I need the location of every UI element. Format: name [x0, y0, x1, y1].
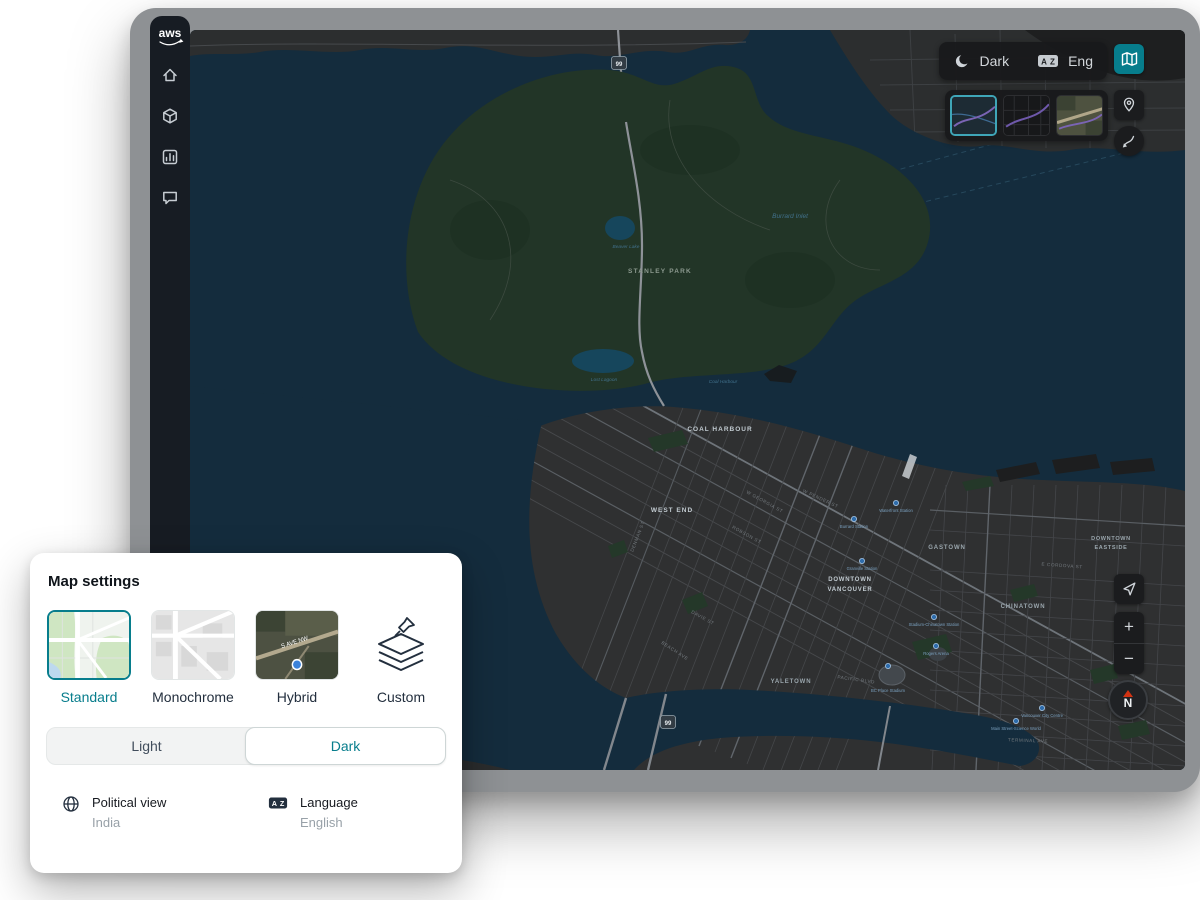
moon-icon — [953, 53, 971, 69]
style-label-custom: Custom — [358, 689, 444, 705]
theme-option-dark[interactable]: Dark — [245, 727, 446, 765]
style-label-hybrid: Hybrid — [254, 689, 340, 705]
style-label-standard: Standard — [46, 689, 132, 705]
chat-icon — [161, 189, 179, 207]
style-preview-dark[interactable] — [950, 95, 997, 136]
style-option-custom[interactable]: Custom — [358, 610, 444, 705]
svg-text:Z: Z — [1050, 58, 1055, 67]
zoom-out-button[interactable]: − — [1114, 643, 1144, 675]
az-translate-icon: A Z — [1037, 53, 1059, 69]
svg-text:Coal Harbour: Coal Harbour — [709, 379, 738, 385]
svg-text:CHINATOWN: CHINATOWN — [1001, 604, 1046, 610]
monochrome-thumbnail — [151, 610, 235, 680]
compass-button[interactable]: N — [1108, 680, 1148, 720]
svg-text:A: A — [1041, 58, 1047, 67]
sidebar-item-home[interactable] — [159, 64, 181, 86]
cube-icon — [161, 107, 179, 125]
style-preview-strip — [945, 90, 1108, 141]
layers-pin-icon — [369, 616, 433, 674]
svg-text:Waterfront Station: Waterfront Station — [879, 508, 913, 513]
svg-text:BC Place Stadium: BC Place Stadium — [871, 688, 905, 693]
svg-text:Main Street-Science World: Main Street-Science World — [991, 726, 1041, 731]
style-preview-satellite[interactable] — [1056, 95, 1103, 136]
svg-text:EASTSIDE: EASTSIDE — [1094, 545, 1127, 551]
az-language-icon: A Z — [268, 795, 288, 811]
svg-text:Granville Station: Granville Station — [847, 566, 878, 571]
svg-text:YALETOWN: YALETOWN — [771, 679, 812, 685]
locate-me-button[interactable] — [1114, 574, 1144, 604]
panel-title: Map settings — [46, 573, 446, 590]
language-label: Language — [300, 795, 358, 810]
style-option-standard[interactable]: Standard — [46, 610, 132, 705]
theme-language-pill: Dark A Z Eng — [939, 42, 1107, 80]
lost-lagoon — [572, 349, 634, 373]
political-view-label: Political view — [92, 795, 166, 810]
style-option-hybrid[interactable]: S AVE NW Hybrid — [254, 610, 340, 705]
svg-text:Rogers Arena: Rogers Arena — [923, 651, 949, 656]
beaver-lake — [605, 216, 635, 240]
svg-text:Z: Z — [280, 799, 285, 808]
highway-shield: 99 — [661, 716, 676, 729]
style-option-monochrome[interactable]: Monochrome — [150, 610, 236, 705]
political-view-value: India — [92, 815, 166, 830]
svg-text:Burrard Inlet: Burrard Inlet — [772, 213, 809, 220]
svg-text:Lost Lagoon: Lost Lagoon — [591, 377, 618, 383]
svg-text:WEST END: WEST END — [651, 507, 693, 514]
svg-text:99: 99 — [616, 62, 623, 68]
zoom-in-button[interactable]: + — [1114, 612, 1144, 643]
map-pin-icon — [1120, 96, 1138, 114]
hybrid-thumbnail: S AVE NW — [255, 610, 339, 680]
home-icon — [161, 66, 179, 84]
standard-thumbnail — [47, 610, 131, 680]
highway-shield: 99 — [612, 57, 627, 70]
svg-text:aws: aws — [159, 26, 182, 40]
language-value: English — [300, 815, 358, 830]
navigation-arrow-icon — [1120, 580, 1138, 598]
theme-toggle[interactable]: Dark — [980, 53, 1010, 69]
draw-tool-button[interactable] — [1114, 126, 1144, 156]
map-settings-panel: Map settings Standard — [30, 553, 462, 873]
svg-text:GASTOWN: GASTOWN — [928, 545, 966, 551]
svg-text:Burrard Station: Burrard Station — [840, 524, 869, 529]
sidebar-item-chat[interactable] — [159, 187, 181, 209]
theme-option-light[interactable]: Light — [47, 728, 246, 764]
political-view-setting[interactable]: Political view India — [62, 795, 212, 830]
panel-meta-row: Political view India A Z Language Englis… — [46, 795, 446, 830]
svg-text:Beaver Lake: Beaver Lake — [613, 244, 640, 250]
theme-segmented-control: Light Dark — [46, 727, 446, 765]
svg-text:Stadium-Chinatown Station: Stadium-Chinatown Station — [909, 622, 960, 627]
map-styles-button[interactable] — [1114, 44, 1144, 74]
sidebar-item-services[interactable] — [159, 105, 181, 127]
svg-text:99: 99 — [665, 721, 672, 727]
svg-text:DOWNTOWN: DOWNTOWN — [828, 577, 872, 583]
style-options: Standard — [46, 610, 446, 705]
globe-icon — [62, 795, 80, 813]
language-setting[interactable]: A Z Language English — [268, 795, 418, 830]
aws-logo: aws — [153, 24, 187, 50]
svg-text:STANLEY PARK: STANLEY PARK — [628, 268, 692, 275]
style-label-monochrome: Monochrome — [150, 689, 236, 705]
zoom-control: + − — [1114, 612, 1144, 674]
svg-text:DOWNTOWN: DOWNTOWN — [1091, 536, 1131, 542]
place-marker-button[interactable] — [1114, 90, 1144, 120]
svg-text:A: A — [272, 799, 278, 808]
svg-text:COAL HARBOUR: COAL HARBOUR — [687, 426, 752, 433]
sidebar-item-analytics[interactable] — [159, 146, 181, 168]
style-preview-night[interactable] — [1003, 95, 1050, 136]
custom-thumbnail — [359, 610, 443, 680]
compass-north-label: N — [1124, 697, 1133, 710]
svg-text:Vancouver City Centre: Vancouver City Centre — [1021, 713, 1063, 718]
pen-icon — [1120, 132, 1138, 150]
svg-text:VANCOUVER: VANCOUVER — [827, 587, 872, 593]
bar-chart-icon — [161, 148, 179, 166]
map-icon — [1120, 50, 1138, 68]
language-toggle[interactable]: Eng — [1068, 53, 1093, 69]
